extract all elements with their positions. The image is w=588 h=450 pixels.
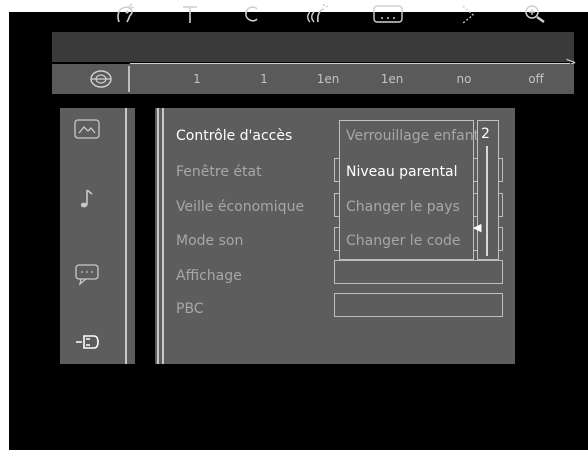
title-value: 1 [193,72,201,86]
main-separator-2 [162,108,164,364]
title-icon-svg [183,6,197,23]
parental-level-track[interactable] [486,146,488,256]
pbc-value-box[interactable] [334,293,503,317]
panel-gap [135,108,155,364]
audio-icon[interactable] [303,2,333,32]
disc-icon [88,67,114,91]
zoom-icon-svg [525,5,545,23]
submenu-child-lock[interactable]: Verrouillage enfant [346,128,479,144]
picture-icon-svg [74,119,100,139]
angle-icon[interactable] [452,2,482,32]
speech-icon-svg [75,264,99,286]
menu-item-status-window[interactable]: Fenêtre état [176,164,262,180]
audio-icon-svg [307,3,329,23]
menu-item-access-control[interactable]: Contrôle d'accès [176,128,292,144]
top-icon-bar [52,32,574,62]
level-pointer-icon: ◀ [473,221,482,234]
submenu-change-code[interactable]: Changer le code [346,233,461,249]
values-divider [128,66,130,92]
menu-item-eco-standby[interactable]: Veille économique [176,199,304,215]
settings-plug-icon[interactable] [72,331,102,357]
menu-item-sound-mode[interactable]: Mode son [176,233,243,249]
chapter-icon-svg [245,6,258,22]
angle-value: no [456,72,472,86]
character-icon[interactable] [110,2,140,32]
chapter-icon[interactable] [236,2,266,32]
display-value-box[interactable] [334,260,503,284]
plug-icon-svg [76,335,99,349]
main-separator-1 [157,108,159,364]
picture-icon[interactable] [72,118,102,144]
subtitle-icon[interactable] [370,2,406,32]
submenu-change-country[interactable]: Changer le pays [346,199,460,215]
audio-value: 1en [316,72,340,86]
music-note-icon-svg [80,189,93,208]
parental-level-value: 2 [481,126,490,142]
subtitle-icon-svg [373,5,403,23]
character-icon-svg [117,3,135,23]
zoom-value: off [528,72,544,86]
subtitle-value: 1en [380,72,404,86]
subtitle-speech-icon[interactable] [72,262,102,288]
chapter-value: 1 [260,72,268,86]
side-menu-separator [125,108,127,364]
menu-item-display[interactable]: Affichage [176,268,242,284]
music-note-icon[interactable] [72,186,102,212]
zoom-icon[interactable] [520,2,550,32]
disc-icon-svg [90,70,112,88]
angle-icon-svg [462,5,475,24]
menu-item-pbc[interactable]: PBC [176,301,204,317]
submenu-parental-level[interactable]: Niveau parental [346,164,458,180]
title-icon[interactable] [175,2,205,32]
